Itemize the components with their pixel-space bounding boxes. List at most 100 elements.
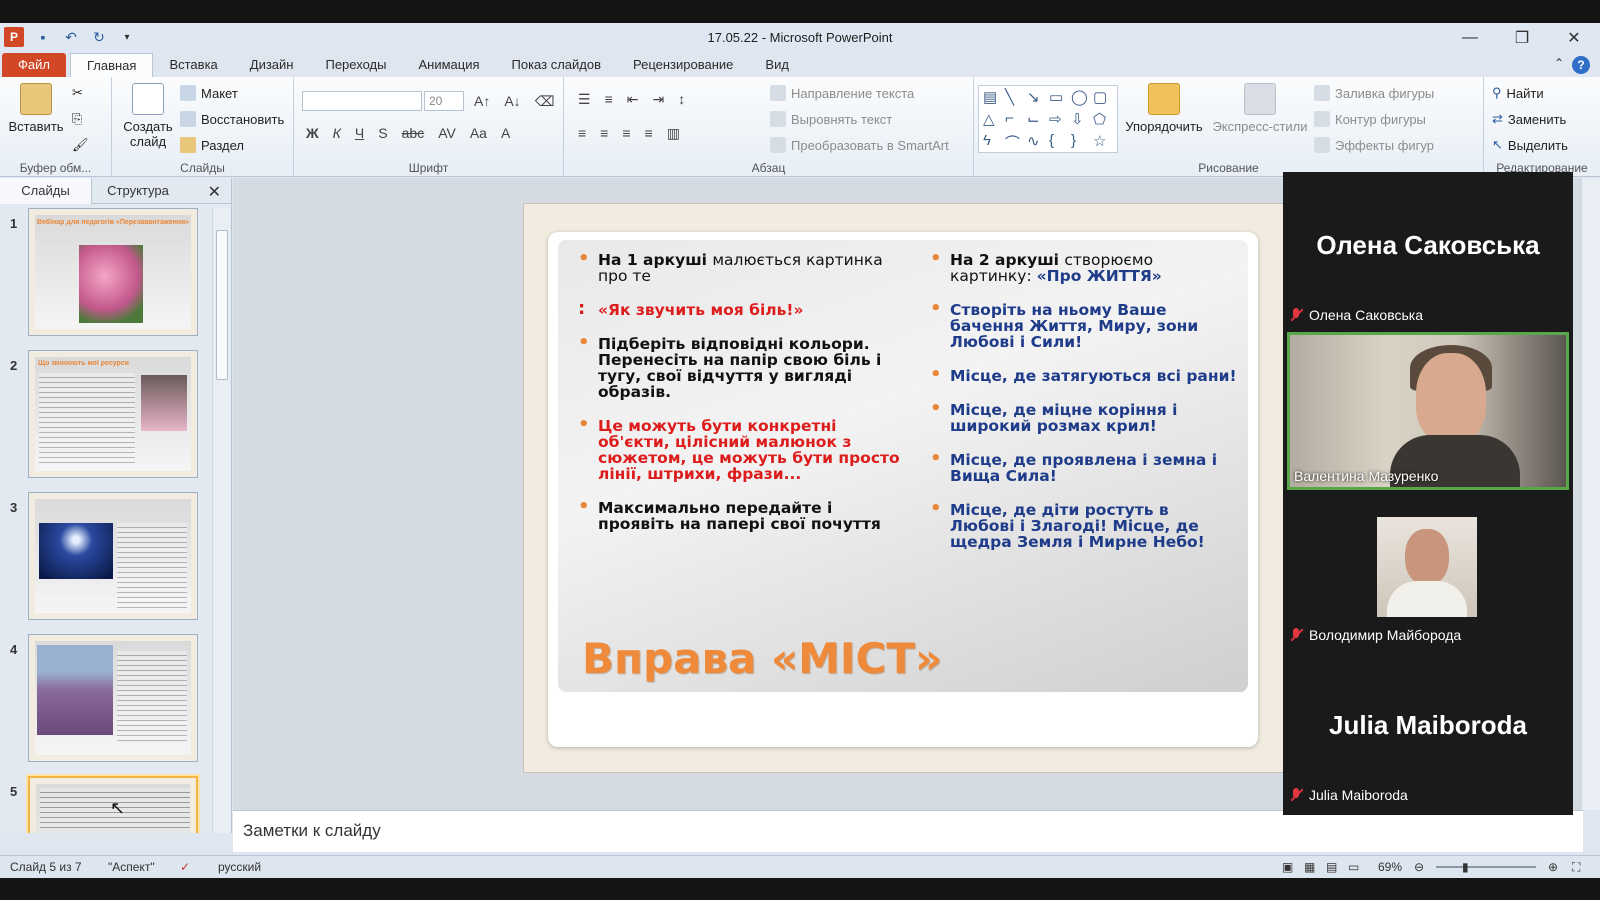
replace-button[interactable]: ⇄ Заменить [1492, 111, 1566, 127]
close-panel-icon[interactable]: ✕ [208, 182, 221, 202]
bold-icon[interactable]: Ж [306, 125, 319, 141]
underline-icon[interactable]: Ч [355, 125, 364, 141]
smartart-button[interactable]: Преобразовать в SmartArt [770, 137, 949, 153]
right-arrow-shape-icon[interactable]: ⇨ [1049, 110, 1071, 132]
increase-indent-icon[interactable]: ⇥ [652, 91, 664, 108]
shadow-icon[interactable]: S [378, 125, 387, 141]
shape-fill-button[interactable]: Заливка фигуры [1314, 85, 1434, 101]
new-slide-button[interactable]: Создать слайд [118, 83, 178, 149]
thumbnail-scrollbar[interactable] [212, 208, 230, 833]
tab-insert[interactable]: Вставка [153, 53, 233, 77]
participant-tile-4[interactable]: Julia Maiboroda Julia Maiboroda [1283, 652, 1573, 807]
numbering-icon[interactable]: ≡ [605, 91, 613, 108]
restore-icon[interactable]: ❐ [1496, 23, 1548, 53]
current-slide[interactable]: На 1 аркуші малюється картинка про те «Я… [523, 203, 1293, 773]
right-text-column[interactable]: На 2 аркуші створюємо картинку: «Про ЖИТ… [928, 251, 1238, 568]
slide-title[interactable]: Вправа «МІСТ» [582, 634, 942, 683]
arc-shape-icon[interactable]: ⌒ [1005, 132, 1027, 154]
shape-effects-button[interactable]: Эффекты фигур [1314, 137, 1434, 153]
line-shape-icon[interactable]: ╲ [1005, 88, 1027, 110]
tab-review[interactable]: Рецензирование [617, 53, 749, 77]
editor-scrollbar[interactable] [1582, 178, 1600, 810]
close-icon[interactable]: ✕ [1548, 23, 1600, 53]
star-shape-icon[interactable]: ☆ [1093, 132, 1115, 154]
format-painter-icon[interactable]: 🖌 [72, 137, 89, 153]
triangle-shape-icon[interactable]: △ [983, 110, 1005, 132]
cut-icon[interactable]: ✂ [72, 85, 83, 101]
clear-format-icon[interactable]: ⌫ [535, 93, 555, 110]
tab-transitions[interactable]: Переходы [309, 53, 402, 77]
layout-button[interactable]: Макет [180, 85, 238, 101]
line-spacing-icon[interactable]: ↕ [678, 91, 685, 108]
scrollbar-thumb[interactable] [216, 230, 228, 380]
zoom-slider[interactable] [1436, 866, 1536, 868]
normal-view-icon[interactable]: ▣ [1282, 860, 1293, 874]
tab-home[interactable]: Главная [69, 53, 154, 77]
thumbnail-1[interactable]: 1 Вебінар для педагогів «Перезавантаженн… [0, 208, 212, 338]
align-text-button[interactable]: Выровнять текст [770, 111, 892, 127]
text-direction-button[interactable]: Направление текста [770, 85, 914, 101]
justify-icon[interactable]: ≡ [645, 125, 653, 142]
font-name-field[interactable] [302, 91, 422, 111]
down-arrow-shape-icon[interactable]: ⇩ [1071, 110, 1093, 132]
tab-file[interactable]: Файл [2, 53, 66, 77]
arrange-button[interactable]: Упорядочить [1122, 83, 1206, 134]
bullets-icon[interactable]: ☰ [578, 91, 591, 108]
zoom-slider-thumb[interactable]: ▮ [1462, 860, 1469, 874]
grow-font-icon[interactable]: A↑ [474, 93, 490, 110]
shapes-gallery[interactable]: ▤ ╲ ↘ ▭ ◯ ▢ △ ⌐ ⌙ ⇨ ⇩ ⬠ ϟ ⌒ ∿{} ☆ [978, 85, 1118, 153]
curve-shape-icon[interactable]: ∿ [1027, 132, 1049, 154]
rect-shape-icon[interactable]: ▭ [1049, 88, 1071, 110]
tab-animations[interactable]: Анимация [402, 53, 495, 77]
oval-shape-icon[interactable]: ◯ [1071, 88, 1093, 110]
fit-to-window-icon[interactable]: ⛶ [1572, 860, 1580, 875]
align-left-icon[interactable]: ≡ [578, 125, 586, 142]
align-center-icon[interactable]: ≡ [600, 125, 608, 142]
help-icon[interactable]: ? [1572, 56, 1590, 74]
tab-outline[interactable]: Структура [92, 178, 184, 204]
select-button[interactable]: ↖ Выделить [1492, 137, 1568, 153]
case-icon[interactable]: Aa [470, 125, 487, 141]
quick-styles-button[interactable]: Экспресс-стили [1210, 83, 1310, 134]
tab-view[interactable]: Вид [749, 53, 805, 77]
notes-pane[interactable]: Заметки к слайду [233, 810, 1583, 852]
participant-tile-1[interactable]: Олена Саковська Олена Саковська [1283, 172, 1573, 327]
connector-shape-icon[interactable]: ⌐ [1005, 110, 1027, 132]
zoom-out-icon[interactable]: ⊖ [1414, 860, 1424, 874]
spellcheck-icon[interactable]: ✓ [180, 860, 190, 874]
language[interactable]: русский [218, 860, 261, 874]
participant-video-active-speaker[interactable]: Валентина Мазуренко [1287, 332, 1569, 490]
shrink-font-icon[interactable]: A↓ [504, 93, 520, 110]
section-button[interactable]: Раздел [180, 137, 244, 153]
reading-view-icon[interactable]: ▤ [1326, 860, 1337, 874]
spacing-icon[interactable]: AV [438, 125, 456, 141]
copy-icon[interactable]: ⎘ [72, 111, 82, 127]
tab-slides[interactable]: Слайды [0, 178, 92, 204]
font-color-icon[interactable]: A [501, 125, 510, 141]
lightning-shape-icon[interactable]: ϟ [983, 132, 1005, 154]
paste-button[interactable]: Вставить [8, 83, 64, 134]
pentagon-shape-icon[interactable]: ⬠ [1093, 110, 1115, 132]
rounded-rect-shape-icon[interactable]: ▢ [1093, 88, 1115, 110]
italic-icon[interactable]: К [333, 125, 341, 141]
thumbnail-5[interactable]: 5 ↖ [0, 776, 212, 833]
font-size-field[interactable]: 20 [424, 91, 464, 111]
thumbnail-2[interactable]: 2 Що змінюють мої ресурси [0, 350, 212, 480]
participant-tile-3[interactable]: Володимир Майборода [1283, 492, 1573, 647]
tab-slideshow[interactable]: Показ слайдов [496, 53, 618, 77]
minimize-icon[interactable]: — [1444, 23, 1496, 53]
zoom-level[interactable]: 69% [1378, 860, 1402, 874]
strikethrough-icon[interactable]: abc [402, 125, 425, 141]
shape-outline-button[interactable]: Контур фигуры [1314, 111, 1426, 127]
align-right-icon[interactable]: ≡ [622, 125, 630, 142]
zoom-in-icon[interactable]: ⊕ [1548, 860, 1558, 874]
brace-left-shape-icon[interactable]: { [1049, 132, 1071, 154]
find-button[interactable]: ⚲ Найти [1492, 85, 1544, 101]
thumbnail-3[interactable]: 3 [0, 492, 212, 622]
sorter-view-icon[interactable]: ▦ [1304, 860, 1315, 874]
textbox-shape-icon[interactable]: ▤ [983, 88, 1005, 110]
left-text-column[interactable]: На 1 аркуші малюється картинка про те «Я… [576, 251, 906, 550]
slideshow-view-icon[interactable]: ▭ [1348, 860, 1359, 874]
tab-design[interactable]: Дизайн [234, 53, 310, 77]
thumbnail-4[interactable]: 4 [0, 634, 212, 764]
